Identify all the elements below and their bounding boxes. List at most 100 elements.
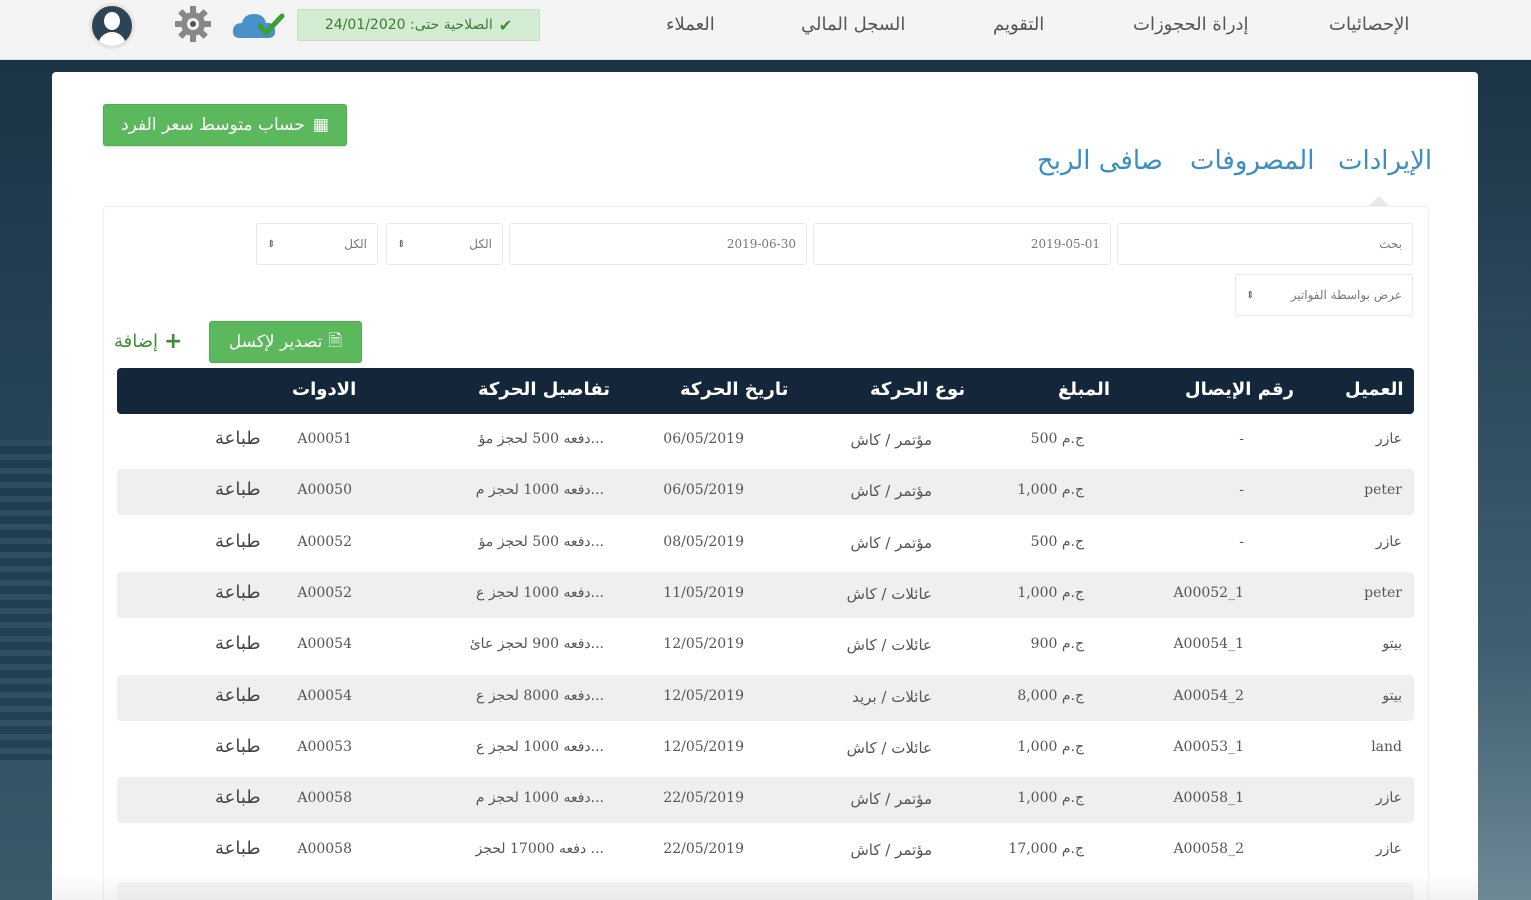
cell-transaction-date: 12/05/2019: [663, 738, 744, 755]
plus-icon: +: [164, 329, 183, 354]
filter-select-2-value: الكل: [344, 237, 367, 251]
cell-client: عازر: [1375, 841, 1402, 858]
header-transaction-type[interactable]: نوع الحركة: [870, 379, 965, 400]
cell-client: بيتو: [1382, 636, 1402, 653]
cell-transaction-date: 22/05/2019: [663, 790, 744, 807]
cell-client: عازر: [1375, 533, 1402, 550]
cell-transaction-details: دفعه 8000 لحجز ع...: [476, 687, 604, 704]
cell-amount: 900 ج.م: [1030, 636, 1084, 653]
cell-transaction-details: دفعه 500 لحجز مؤ...: [478, 533, 604, 550]
table-row-partial: [117, 882, 1414, 900]
cell-transaction-date: 11/05/2019: [663, 584, 744, 601]
cell-amount: 500 ج.م: [1030, 533, 1084, 550]
search-input[interactable]: بحث: [1117, 223, 1413, 265]
print-link[interactable]: طباعة: [215, 685, 261, 706]
header-transaction-details[interactable]: تفاصيل الحركة: [478, 379, 610, 400]
table-row[interactable]: عازر A00058_2 17,000 ج.م مؤتمر / كاش 22/05/2…: [117, 828, 1414, 874]
tab-net-profit[interactable]: صافى الربح: [1037, 146, 1163, 176]
table-row[interactable]: بيتو A00054_1 900 ج.م عائلات / كاش 12/05/201…: [117, 623, 1414, 669]
table-row[interactable]: عازر - 500 ج.م مؤتمر / كاش 08/05/2019 دفعه 50…: [117, 521, 1414, 567]
cell-receipt-number: -: [1239, 482, 1244, 499]
add-label: إضافة: [114, 331, 159, 352]
print-link[interactable]: طباعة: [215, 736, 261, 757]
cell-reference: A00053: [297, 738, 352, 755]
user-avatar-icon[interactable]: [89, 3, 135, 49]
cell-transaction-details: دفعه 1000 لحجز م...: [475, 790, 604, 807]
cell-transaction-type: مؤتمر / كاش: [850, 482, 932, 501]
print-link[interactable]: طباعة: [215, 479, 261, 500]
cell-transaction-date: 12/05/2019: [663, 636, 744, 653]
cell-transaction-details: دفعه 1000 لحجز ع...: [476, 584, 604, 601]
cell-transaction-type: مؤتمر / كاش: [850, 841, 932, 860]
subscription-validity-badge: ✔ الصلاحية حتى: 24/01/2020: [297, 9, 540, 41]
export-excel-label: تصدير لإكسل: [228, 332, 323, 352]
header-amount[interactable]: المبلغ: [1058, 379, 1110, 400]
calculate-average-price-button[interactable]: ▦ حساب متوسط سعر الفرد: [103, 104, 347, 146]
avg-price-label: حساب متوسط سعر الفرد: [121, 115, 305, 135]
settings-gear-icon[interactable]: [171, 2, 215, 46]
view-by-select[interactable]: عرض بواسطة الفواتير ⇕: [1235, 274, 1413, 316]
cell-client: land: [1371, 738, 1402, 755]
nav-statistics[interactable]: الإحصائيات: [1329, 14, 1409, 35]
cell-amount: 17,000 ج.م: [1008, 841, 1084, 858]
date-to-field[interactable]: 2019-06-30: [509, 223, 807, 265]
cell-reference: A00052: [297, 533, 352, 550]
header-client[interactable]: العميل: [1345, 379, 1404, 400]
cell-receipt-number: A00053_1: [1173, 738, 1244, 755]
print-link[interactable]: طباعة: [215, 531, 261, 552]
filter-select-2[interactable]: الكل ⇕: [256, 223, 378, 265]
cell-transaction-date: 06/05/2019: [663, 482, 744, 499]
filter-select-1[interactable]: الكل ⇕: [386, 223, 503, 265]
print-link[interactable]: طباعة: [215, 838, 261, 859]
cloud-sync-icon[interactable]: [230, 6, 290, 44]
header-transaction-date[interactable]: تاريخ الحركة: [680, 379, 788, 400]
nav-calendar[interactable]: التقويم: [993, 14, 1044, 35]
cell-transaction-type: عائلات / كاش: [846, 636, 932, 655]
cell-receipt-number: -: [1239, 431, 1244, 447]
table-row[interactable]: عازر A00058_1 1,000 ج.م مؤتمر / كاش 22/05/20…: [117, 777, 1414, 824]
table-row[interactable]: peter - 1,000 ج.م مؤتمر / كاش 06/05/2019 دفعه…: [117, 469, 1414, 516]
print-link[interactable]: طباعة: [215, 582, 261, 603]
tab-expenses[interactable]: المصروفات: [1190, 146, 1314, 176]
view-by-value: عرض بواسطة الفواتير: [1290, 288, 1402, 302]
cell-receipt-number: A00054_2: [1173, 687, 1244, 704]
cell-transaction-type: عائلات / كاش: [846, 738, 932, 757]
cell-transaction-type: مؤتمر / كاش: [850, 533, 932, 552]
cell-transaction-details: دفعه 17000 لحجز ...: [475, 841, 604, 858]
cell-transaction-type: مؤتمر / كاش: [850, 790, 932, 809]
add-button[interactable]: + إضافة: [114, 329, 182, 354]
date-from-field[interactable]: 2019-05-01: [813, 223, 1111, 265]
nav-clients[interactable]: العملاء: [666, 14, 715, 35]
cell-transaction-date: 12/05/2019: [663, 687, 744, 704]
cell-transaction-details: دفعه 900 لحجز عائ...: [469, 636, 604, 653]
nav-financial-record[interactable]: السجل المالي: [801, 14, 905, 35]
cell-transaction-type: عائلات / كاش: [846, 584, 932, 603]
export-excel-button[interactable]: 🗎 تصدير لإكسل: [209, 321, 362, 363]
active-tab-pointer: [1369, 196, 1389, 206]
print-link[interactable]: طباعة: [215, 428, 261, 449]
table-header: العميل رقم الإيصال المبلغ نوع الحركة تار…: [117, 368, 1414, 414]
select-arrows-icon: ⇕: [267, 238, 276, 250]
calculator-icon: ▦: [312, 115, 329, 135]
print-link[interactable]: طباعة: [215, 633, 261, 654]
print-link[interactable]: طباعة: [215, 787, 261, 808]
cell-transaction-details: دفعه 1000 لحجز م...: [475, 482, 604, 499]
cell-reference: A00052: [297, 584, 352, 601]
cell-receipt-number: A00052_1: [1173, 584, 1244, 601]
cell-amount: 1,000 ج.م: [1017, 584, 1084, 601]
tab-revenues[interactable]: الإيرادات: [1338, 146, 1432, 176]
table-row[interactable]: بيتو A00054_2 8,000 ج.م عائلات / بريد 12/05/…: [117, 674, 1414, 721]
cell-transaction-type: مؤتمر / كاش: [850, 431, 932, 449]
cell-client: عازر: [1375, 431, 1402, 447]
nav-bookings-management[interactable]: إدراة الحجوزات: [1133, 14, 1249, 35]
cell-amount: 500 ج.م: [1030, 431, 1084, 447]
cell-client: عازر: [1375, 790, 1402, 807]
cell-transaction-date: 06/05/2019: [663, 431, 744, 447]
table-row[interactable]: peter A00052_1 1,000 ج.م عائلات / كاش 11/05/…: [117, 571, 1414, 618]
table-row[interactable]: land A00053_1 1,000 ج.م عائلات / كاش 12/05/2…: [117, 726, 1414, 772]
cell-reference: A00051: [297, 431, 352, 447]
header-receipt-number[interactable]: رقم الإيصال: [1185, 379, 1294, 400]
table-row[interactable]: عازر - 500 ج.م مؤتمر / كاش 06/05/2019 دفعه 50…: [117, 418, 1414, 464]
cell-client: بيتو: [1382, 687, 1402, 704]
top-navigation-bar: الإحصائيات إدراة الحجوزات التقويم السجل …: [0, 0, 1531, 60]
